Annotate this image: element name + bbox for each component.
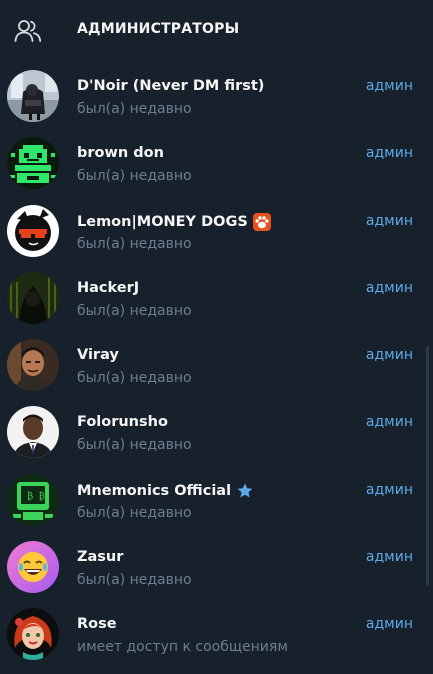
admin-status: был(а) недавно — [77, 168, 192, 185]
admin-name: Viray — [77, 347, 119, 364]
avatar[interactable] — [7, 339, 59, 392]
star-icon — [236, 482, 254, 500]
admin-list: D'Noir (Never DM first) был(а) недавно а… — [0, 64, 433, 670]
admin-row[interactable]: Folorunsho был(а) недавно админ — [0, 400, 433, 467]
admin-row[interactable]: Lemon|MONEY DOGS был(а) недавно админ — [0, 199, 433, 266]
svg-text:₿ ₿: ₿ ₿ — [27, 491, 45, 502]
avatar[interactable] — [7, 137, 59, 190]
admin-name: Folorunsho — [77, 414, 168, 431]
admin-name: Mnemonics Official — [77, 482, 254, 500]
admin-role: админ — [365, 616, 413, 633]
avatar[interactable] — [7, 271, 59, 324]
admin-status: был(а) недавно — [77, 302, 192, 319]
admin-status: был(а) недавно — [77, 370, 192, 387]
admin-role: админ — [365, 414, 413, 431]
admin-role: админ — [365, 78, 413, 94]
paw-icon — [252, 212, 271, 231]
admin-status: был(а) недавно — [77, 572, 192, 589]
admin-name: brown don — [77, 145, 164, 162]
admin-row[interactable]: Viray был(а) недавно админ — [0, 333, 433, 400]
admin-role: админ — [365, 347, 413, 364]
admin-name: Rose — [77, 616, 117, 633]
admin-row[interactable]: brown don был(а) недавно админ — [0, 131, 433, 198]
avatar[interactable] — [7, 406, 59, 459]
avatar[interactable] — [7, 70, 59, 122]
admin-row[interactable]: D'Noir (Never DM first) был(а) недавно а… — [0, 64, 433, 131]
admin-status: был(а) недавно — [77, 504, 192, 521]
admin-status: был(а) недавно — [77, 235, 192, 252]
admin-row[interactable]: HackerJ был(а) недавно админ — [0, 266, 433, 333]
admin-name: HackerJ — [77, 279, 140, 296]
admin-status: был(а) недавно — [77, 437, 192, 454]
admin-row[interactable]: Zasur был(а) недавно админ — [0, 535, 433, 602]
admins-header: АДМИНИСТРАТОРЫ — [0, 0, 433, 64]
admin-role: админ — [365, 212, 413, 229]
section-title: АДМИНИСТРАТОРЫ — [77, 21, 240, 37]
admin-role: админ — [365, 549, 413, 566]
avatar[interactable]: ₿ ₿ — [7, 473, 59, 526]
admin-row[interactable]: ₿ ₿ Mnemonics Official был(а) недавно ад… — [0, 468, 433, 535]
admin-role: админ — [365, 145, 413, 162]
admin-role: админ — [365, 279, 413, 296]
avatar[interactable] — [7, 608, 59, 661]
admin-name: Lemon|MONEY DOGS — [77, 212, 271, 231]
people-icon — [14, 18, 42, 44]
avatar[interactable] — [7, 541, 59, 594]
admins-panel: АДМИНИСТРАТОРЫ D'Noir (Never DM first) б… — [0, 0, 433, 674]
admin-row[interactable]: Rose имеет доступ к сообщениям админ — [0, 602, 433, 669]
admin-name: D'Noir (Never DM first) — [77, 78, 265, 94]
avatar[interactable] — [7, 204, 59, 257]
admin-status: имеет доступ к сообщениям — [77, 639, 288, 656]
admin-name: Zasur — [77, 549, 124, 566]
scrollbar[interactable] — [426, 346, 429, 586]
admin-status: был(а) недавно — [77, 101, 192, 117]
admin-role: админ — [365, 481, 413, 498]
